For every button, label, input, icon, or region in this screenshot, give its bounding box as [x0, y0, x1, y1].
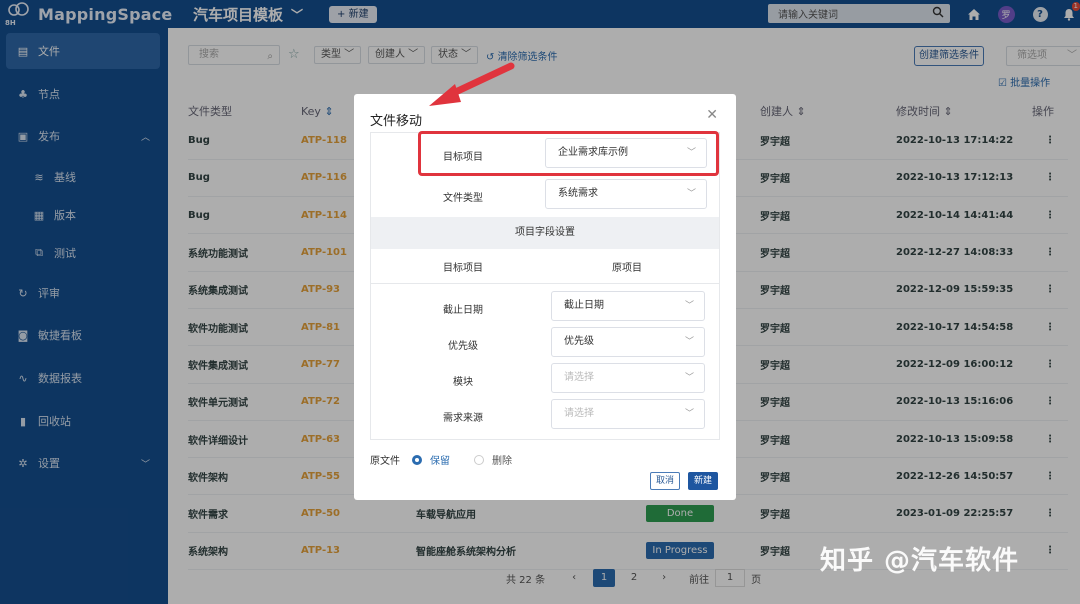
chevron-down-icon: ﹀	[686, 189, 696, 199]
field-select-placeholder: 请选择	[564, 408, 594, 419]
chevron-down-icon: ﹀	[684, 337, 694, 347]
divider	[371, 283, 719, 284]
radio-unchecked-icon	[474, 454, 484, 465]
file-type-value: 系统需求	[558, 188, 598, 199]
watermark-text: 知乎 @汽车软件	[820, 546, 1020, 576]
field-label: 模块	[453, 377, 473, 388]
field-label: 需求来源	[443, 413, 483, 424]
dialog-title: 文件移动	[370, 114, 423, 129]
field-select-value: 截止日期	[564, 300, 604, 311]
delete-label: 删除	[492, 456, 512, 467]
chevron-down-icon: ﹀	[684, 301, 694, 311]
field-settings-section: 项目字段设置	[371, 217, 719, 249]
chevron-down-icon: ﹀	[684, 373, 694, 383]
keep-radio[interactable]: 保留	[412, 452, 450, 467]
confirm-button[interactable]: 新建	[688, 472, 718, 490]
cancel-button[interactable]: 取消	[650, 472, 680, 490]
field-label: 截止日期	[443, 305, 483, 316]
radio-checked-icon	[412, 454, 422, 465]
file-type-select[interactable]: 系统需求 ﹀	[545, 179, 707, 209]
field-select-value: 优先级	[564, 336, 594, 347]
red-arrow-annotation	[429, 62, 515, 106]
field-select[interactable]: 请选择 ﹀	[551, 399, 705, 429]
chevron-down-icon: ﹀	[684, 409, 694, 419]
dialog-form: 目标项目 企业需求库示例 ﹀ 文件类型 系统需求 ﹀ 项目字段设置 目标项目 原…	[370, 132, 720, 440]
field-label: 优先级	[448, 341, 478, 352]
keep-label: 保留	[430, 456, 450, 467]
col-target-header: 目标项目	[443, 263, 483, 274]
field-select[interactable]: 截止日期 ﹀	[551, 291, 705, 321]
close-icon[interactable]: ✕	[706, 107, 718, 123]
file-type-label: 文件类型	[443, 193, 483, 204]
origin-file-label: 原文件	[370, 456, 400, 467]
field-select-placeholder: 请选择	[564, 372, 594, 383]
col-origin-header: 原项目	[612, 263, 642, 274]
delete-radio[interactable]: 删除	[474, 452, 512, 467]
field-select[interactable]: 请选择 ﹀	[551, 363, 705, 393]
highlight-box	[418, 131, 719, 176]
field-select[interactable]: 优先级 ﹀	[551, 327, 705, 357]
